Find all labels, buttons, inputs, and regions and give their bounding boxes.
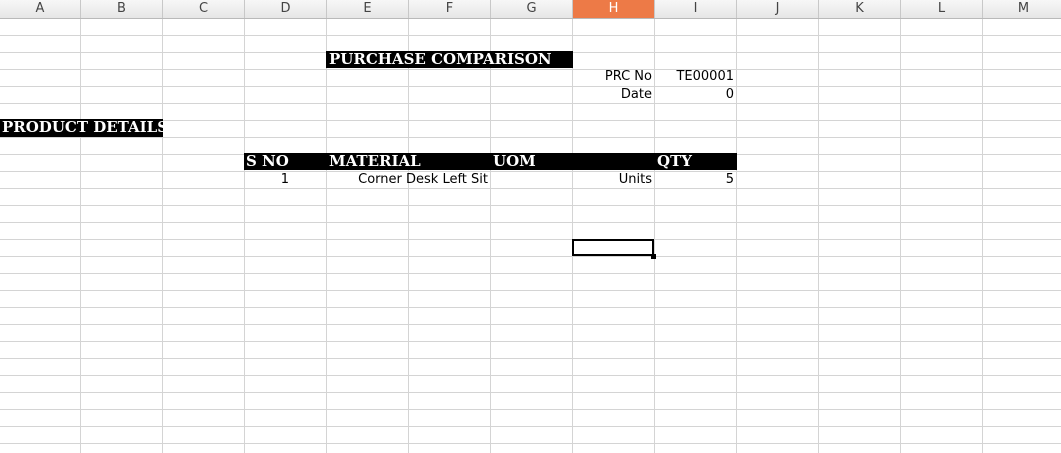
column-header-g[interactable]: G bbox=[491, 0, 573, 18]
row-gridline bbox=[0, 256, 1061, 257]
column-header-m[interactable]: M bbox=[983, 0, 1061, 18]
column-header-a[interactable]: A bbox=[0, 0, 81, 18]
column-gridline bbox=[162, 19, 163, 453]
date-label[interactable]: Date bbox=[573, 86, 652, 103]
row-gridline bbox=[0, 375, 1061, 376]
cell-selection-cursor[interactable] bbox=[572, 239, 654, 256]
row-gridline bbox=[0, 188, 1061, 189]
row-gridline bbox=[0, 35, 1061, 36]
column-gridline bbox=[244, 19, 245, 453]
row-gridline bbox=[0, 137, 1061, 138]
table-cell-material[interactable]: Corner Desk Left Sit bbox=[327, 171, 488, 188]
table-cell-sno[interactable]: 1 bbox=[245, 171, 289, 188]
row-gridline bbox=[0, 222, 1061, 223]
prc-no-label[interactable]: PRC No bbox=[573, 68, 652, 85]
row-gridline bbox=[0, 205, 1061, 206]
row-gridline bbox=[0, 426, 1061, 427]
row-gridline bbox=[0, 103, 1061, 104]
column-gridline bbox=[818, 19, 819, 453]
cell-grid[interactable] bbox=[0, 19, 1061, 453]
table-cell-qty[interactable]: 5 bbox=[655, 171, 734, 188]
row-gridline bbox=[0, 239, 1061, 240]
column-header-f[interactable]: F bbox=[409, 0, 491, 18]
column-header-b[interactable]: B bbox=[81, 0, 163, 18]
row-gridline bbox=[0, 409, 1061, 410]
header-uom: UOM bbox=[493, 153, 536, 170]
column-gridline bbox=[326, 19, 327, 453]
column-gridline bbox=[900, 19, 901, 453]
column-header-h[interactable]: H bbox=[573, 0, 655, 18]
column-gridline bbox=[490, 19, 491, 453]
column-header-i[interactable]: I bbox=[655, 0, 737, 18]
row-gridline bbox=[0, 358, 1061, 359]
row-gridline bbox=[0, 324, 1061, 325]
column-header-e[interactable]: E bbox=[327, 0, 409, 18]
fill-handle[interactable] bbox=[651, 254, 656, 259]
date-value[interactable]: 0 bbox=[655, 86, 734, 103]
column-header-bar: ABCDEFGHIJKLM bbox=[0, 0, 1061, 19]
column-header-l[interactable]: L bbox=[901, 0, 983, 18]
section-title: PRODUCT DETAILS bbox=[0, 119, 163, 137]
prc-no-value[interactable]: TE00001 bbox=[655, 68, 734, 85]
column-header-j[interactable]: J bbox=[737, 0, 819, 18]
column-gridline bbox=[408, 19, 409, 453]
row-gridline bbox=[0, 290, 1061, 291]
row-gridline bbox=[0, 86, 1061, 87]
row-gridline bbox=[0, 341, 1061, 342]
header-material: MATERIAL bbox=[329, 153, 421, 170]
table-cell-uom[interactable]: Units bbox=[491, 171, 652, 188]
column-header-c[interactable]: C bbox=[163, 0, 245, 18]
column-gridline bbox=[736, 19, 737, 453]
column-header-d[interactable]: D bbox=[245, 0, 327, 18]
row-gridline bbox=[0, 307, 1061, 308]
header-sno: S NO bbox=[246, 153, 289, 170]
row-gridline bbox=[0, 273, 1061, 274]
row-gridline bbox=[0, 443, 1061, 444]
column-header-k[interactable]: K bbox=[819, 0, 901, 18]
spreadsheet[interactable]: ABCDEFGHIJKLM PURCHASE COMPARISON PRC No… bbox=[0, 0, 1061, 453]
header-qty: QTY bbox=[657, 153, 692, 170]
sheet-title: PURCHASE COMPARISON bbox=[326, 51, 573, 68]
row-gridline bbox=[0, 392, 1061, 393]
column-gridline bbox=[982, 19, 983, 453]
row-gridline bbox=[0, 69, 1061, 70]
column-gridline bbox=[80, 19, 81, 453]
